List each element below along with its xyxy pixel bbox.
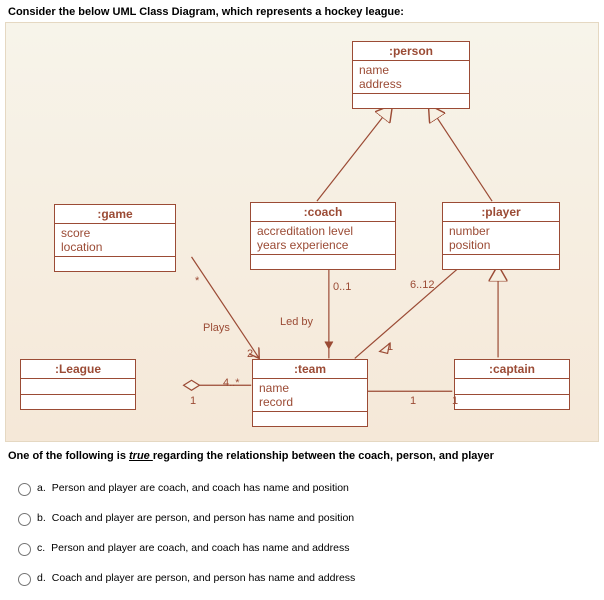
- class-player-ops: [443, 255, 559, 269]
- label-ledby: Led by: [280, 316, 313, 328]
- option-b-text: Coach and player are person, and person …: [52, 512, 354, 524]
- option-b-radio[interactable]: [18, 513, 31, 526]
- option-c-radio[interactable]: [18, 543, 31, 556]
- option-a-label: a.: [37, 482, 46, 494]
- option-d-radio[interactable]: [18, 573, 31, 586]
- option-b[interactable]: b. Coach and player are person, and pers…: [18, 504, 586, 534]
- class-team-attrs: name record: [253, 379, 367, 412]
- question-prefix: One of the following is: [8, 450, 129, 462]
- class-game-attrs: score location: [55, 224, 175, 257]
- option-c-label: c.: [37, 542, 45, 554]
- class-game-title: :game: [55, 205, 175, 224]
- option-d-label: d.: [37, 572, 46, 584]
- option-a-radio[interactable]: [18, 483, 31, 496]
- option-d-text: Coach and player are person, and person …: [52, 572, 356, 584]
- class-person-attrs: name address: [353, 61, 469, 94]
- mult-1c: 1: [410, 395, 416, 407]
- mult-1d: 1: [452, 395, 458, 407]
- class-person: :person name address: [352, 41, 470, 109]
- mult-star: *: [195, 275, 199, 287]
- prompt-text: Consider the below UML Class Diagram, wh…: [0, 0, 604, 22]
- class-player-attrs: number position: [443, 222, 559, 255]
- class-captain-attrs: [455, 379, 569, 395]
- class-game-ops: [55, 257, 175, 271]
- options-group: a. Person and player are coach, and coac…: [0, 470, 604, 600]
- class-league-attrs: [21, 379, 135, 395]
- option-a[interactable]: a. Person and player are coach, and coac…: [18, 474, 586, 504]
- class-person-title: :person: [353, 42, 469, 61]
- class-coach-title: :coach: [251, 203, 395, 222]
- class-captain-ops: [455, 395, 569, 409]
- question-text: One of the following is true regarding t…: [0, 442, 604, 470]
- class-team-ops: [253, 412, 367, 426]
- label-plays: Plays: [203, 322, 230, 334]
- class-player: :player number position: [442, 202, 560, 270]
- class-league: :League: [20, 359, 136, 410]
- uml-diagram-canvas: :person name address :game score locatio…: [5, 22, 599, 442]
- mult-0-1: 0..1: [333, 281, 351, 293]
- class-person-ops: [353, 94, 469, 108]
- option-b-label: b.: [37, 512, 46, 524]
- mult-4-star: 4..*: [223, 377, 240, 389]
- class-league-title: :League: [21, 360, 135, 379]
- class-team: :team name record: [252, 359, 368, 427]
- question-suffix: regarding the relationship between the c…: [153, 450, 494, 462]
- class-team-title: :team: [253, 360, 367, 379]
- mult-2: 2: [247, 348, 253, 360]
- option-c-text: Person and player are coach, and coach h…: [51, 542, 349, 554]
- question-true: true: [129, 450, 153, 462]
- class-captain: :captain: [454, 359, 570, 410]
- class-coach-attrs: accreditation level years experience: [251, 222, 395, 255]
- mult-6-12: 6..12: [410, 279, 434, 291]
- class-captain-title: :captain: [455, 360, 569, 379]
- option-d[interactable]: d. Coach and player are person, and pers…: [18, 564, 586, 594]
- class-player-title: :player: [443, 203, 559, 222]
- class-coach: :coach accreditation level years experie…: [250, 202, 396, 270]
- mult-1a: 1: [387, 341, 393, 353]
- class-league-ops: [21, 395, 135, 409]
- option-c[interactable]: c. Person and player are coach, and coac…: [18, 534, 586, 564]
- class-game: :game score location: [54, 204, 176, 272]
- class-coach-ops: [251, 255, 395, 269]
- option-a-text: Person and player are coach, and coach h…: [52, 482, 349, 494]
- mult-1b: 1: [190, 395, 196, 407]
